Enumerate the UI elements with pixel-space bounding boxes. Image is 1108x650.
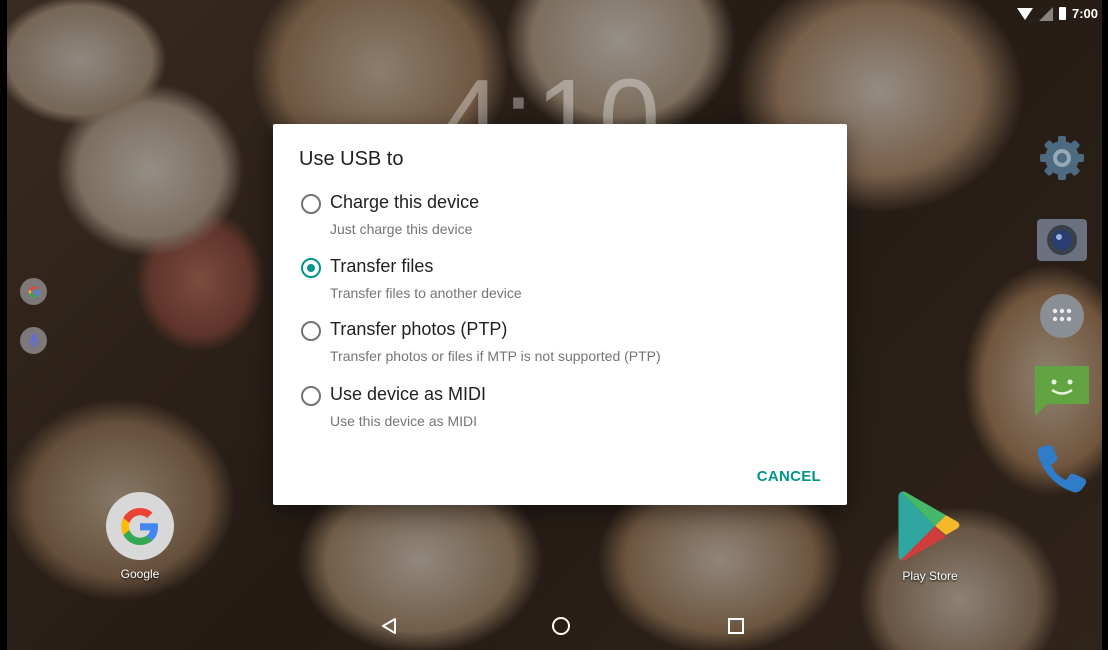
- option-midi[interactable]: Use device as MIDI Use this device as MI…: [299, 384, 829, 434]
- radio-charge[interactable]: [301, 194, 321, 214]
- camera-icon: [1037, 219, 1087, 261]
- google-icon: [106, 492, 174, 560]
- radio-midi[interactable]: [301, 386, 321, 406]
- google-app[interactable]: Google: [103, 490, 177, 581]
- google-search-icon[interactable]: [20, 278, 47, 305]
- signal-icon: [1038, 6, 1053, 21]
- google-g-icon: [28, 286, 39, 297]
- cancel-button[interactable]: CANCEL: [757, 468, 821, 485]
- screen-edge-left: [0, 0, 7, 650]
- navigation-bar: [0, 602, 1108, 650]
- wifi-icon: [1016, 7, 1033, 20]
- messaging-icon: [1035, 366, 1089, 416]
- app-drawer-button[interactable]: [1032, 288, 1092, 344]
- option-midi-description: Use this device as MIDI: [330, 413, 478, 429]
- option-charge-description: Just charge this device: [330, 221, 473, 237]
- voice-search-icon[interactable]: [20, 327, 47, 354]
- option-charge[interactable]: Charge this device Just charge this devi…: [299, 192, 829, 242]
- usb-mode-dialog: Use USB to Charge this device Just charg…: [273, 124, 847, 505]
- recents-button[interactable]: [724, 614, 748, 638]
- play-store-app-label: Play Store: [902, 569, 958, 583]
- back-button[interactable]: [377, 614, 401, 638]
- phone-icon: [1037, 444, 1087, 493]
- radio-transfer-photos[interactable]: [301, 321, 321, 341]
- option-charge-label: Charge this device: [330, 192, 480, 212]
- option-transfer-files-description: Transfer files to another device: [330, 285, 522, 301]
- option-midi-label: Use device as MIDI: [330, 384, 487, 404]
- app-drawer-icon: [1040, 294, 1084, 338]
- dialog-title: Use USB to: [299, 148, 404, 170]
- radio-transfer-files[interactable]: [301, 258, 321, 278]
- camera-app-icon[interactable]: [1032, 212, 1092, 268]
- microphone-icon: [28, 333, 39, 348]
- option-transfer-photos-label: Transfer photos (PTP): [330, 319, 508, 339]
- play-store-app[interactable]: Play Store: [893, 488, 967, 583]
- google-app-label: Google: [120, 567, 160, 581]
- home-icon: [552, 617, 570, 635]
- settings-app-icon[interactable]: [1032, 130, 1092, 186]
- play-store-icon: [898, 491, 960, 561]
- option-transfer-photos[interactable]: Transfer photos (PTP) Transfer photos or…: [299, 319, 829, 369]
- recents-icon: [728, 618, 744, 634]
- gear-icon: [1040, 136, 1084, 180]
- messaging-app-icon[interactable]: [1032, 362, 1092, 418]
- option-transfer-files-label: Transfer files: [330, 256, 434, 276]
- status-bar: 7:00: [1016, 6, 1098, 21]
- back-icon: [382, 618, 396, 634]
- status-time: 7:00: [1071, 6, 1098, 21]
- option-transfer-files[interactable]: Transfer files Transfer files to another…: [299, 256, 829, 306]
- phone-app-icon[interactable]: [1032, 440, 1092, 496]
- option-transfer-photos-description: Transfer photos or files if MTP is not s…: [330, 348, 661, 364]
- screen-edge-right: [1102, 0, 1108, 650]
- home-button[interactable]: [549, 614, 573, 638]
- battery-icon: [1058, 7, 1066, 20]
